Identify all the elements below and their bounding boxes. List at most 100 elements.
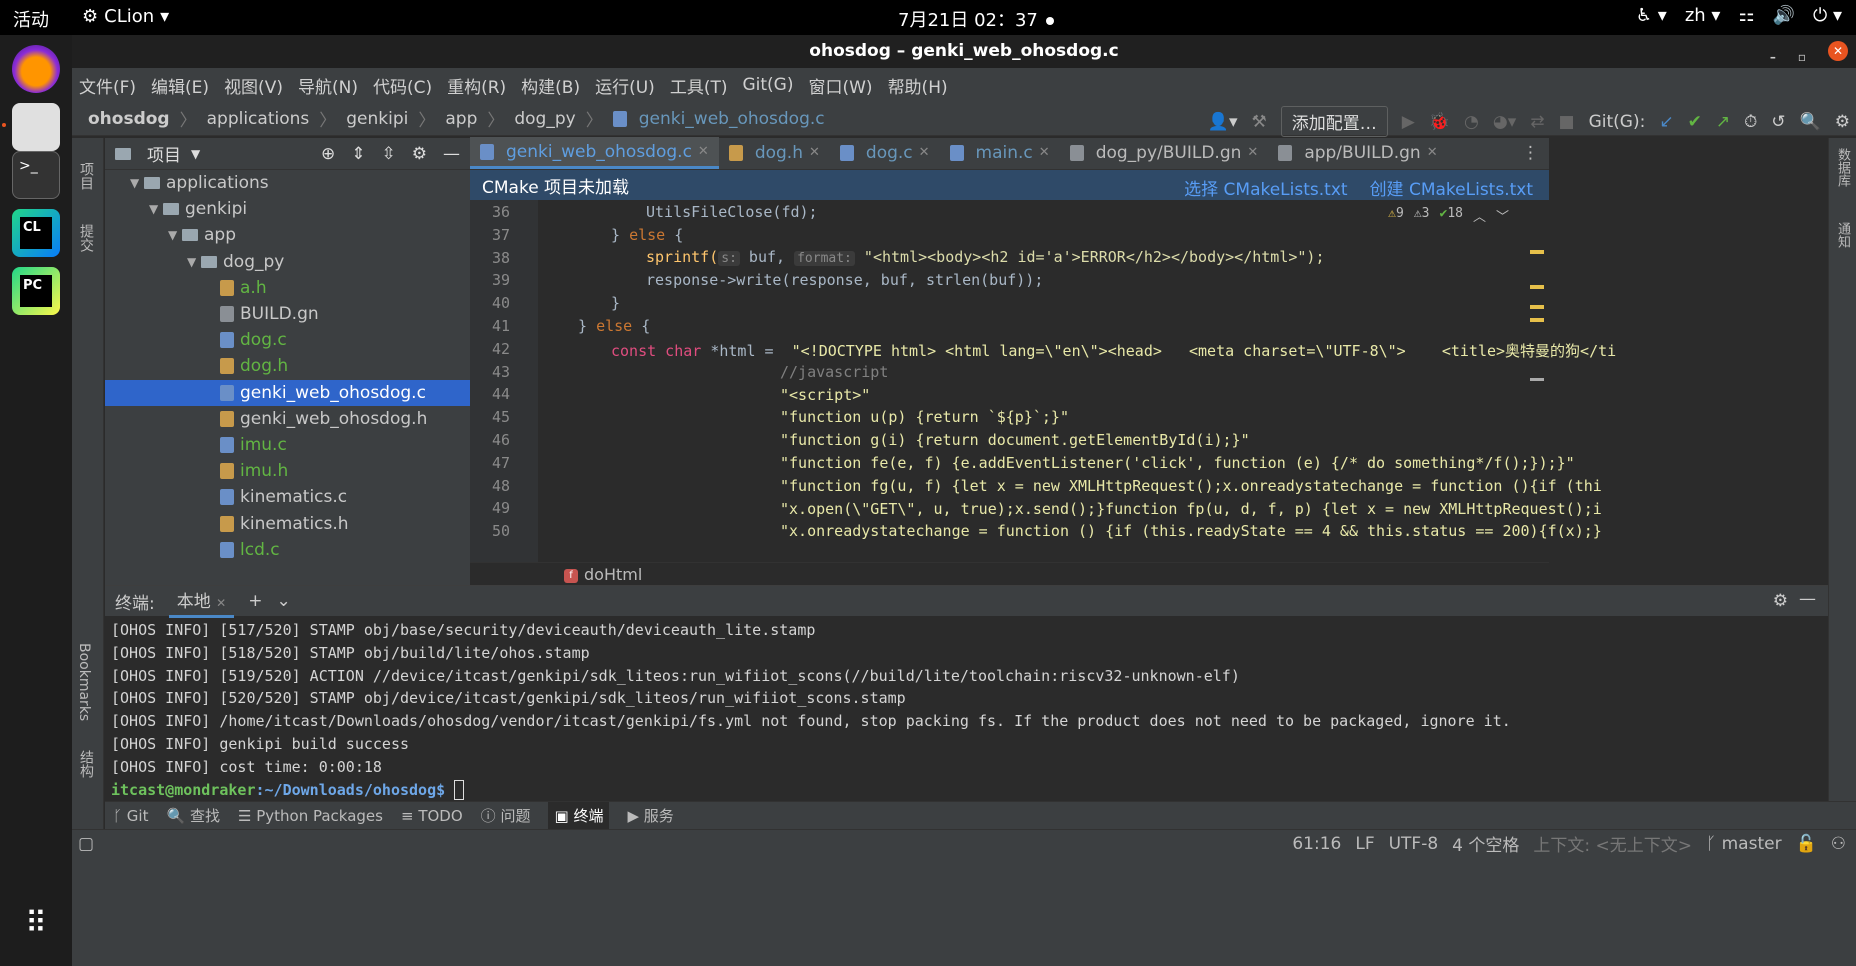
close-icon[interactable]: ✕: [216, 596, 226, 610]
notifications-icon[interactable]: ⚇: [1831, 834, 1846, 854]
crumb-project[interactable]: ohosdog: [88, 109, 170, 129]
clock[interactable]: 7月21日 02：37: [898, 6, 1054, 32]
debug-icon[interactable]: 🐞: [1429, 112, 1450, 132]
user-icon[interactable]: 👤▾: [1208, 112, 1238, 132]
crumb-app[interactable]: app: [445, 109, 477, 129]
pycharm-icon[interactable]: PC: [12, 267, 60, 315]
crumb-applications[interactable]: applications: [207, 109, 310, 129]
crumb-genkipi[interactable]: genkipi: [346, 109, 408, 129]
add-configuration-button[interactable]: 添加配置…: [1280, 106, 1388, 137]
close-icon[interactable]: ✕: [1828, 41, 1848, 61]
menu-window[interactable]: 窗口(W): [808, 73, 872, 98]
function-breadcrumb[interactable]: f doHtml: [470, 562, 1549, 585]
settings-gear-icon[interactable]: ⚙: [1835, 112, 1850, 132]
profile-icon[interactable]: ◕▾: [1493, 112, 1516, 132]
editor-tab[interactable]: dog.c ✕: [830, 137, 940, 169]
crumb-file[interactable]: genki_web_ohosdog.c: [639, 109, 825, 129]
error-stripe-mark[interactable]: [1530, 285, 1544, 289]
run-icon[interactable]: ▶: [1402, 112, 1415, 132]
chevron-down-icon[interactable]: ⌄: [276, 591, 290, 611]
expand-arrow-icon[interactable]: ▼: [149, 202, 163, 216]
tool-find[interactable]: 🔍 查找: [166, 805, 219, 826]
tool-tab-structure[interactable]: 结构: [76, 750, 96, 778]
editor-tab[interactable]: genki_web_ohosdog.c ✕: [470, 137, 719, 169]
editor-tab[interactable]: dog.h ✕: [719, 137, 830, 169]
close-icon[interactable]: ✕: [919, 137, 930, 169]
tree-file[interactable]: genki_web_ohosdog.h: [105, 406, 470, 432]
error-stripe-mark[interactable]: [1530, 318, 1544, 322]
tab-menu-icon[interactable]: ⋮: [1522, 143, 1539, 163]
locate-icon[interactable]: ⊕: [321, 144, 335, 164]
menu-build[interactable]: 构建(B): [521, 73, 580, 98]
gear-icon[interactable]: ⚙: [1773, 591, 1788, 611]
files-icon[interactable]: [12, 103, 60, 151]
close-icon[interactable]: ✕: [809, 137, 820, 169]
volume-icon[interactable]: 🔊: [1773, 5, 1795, 26]
search-icon[interactable]: 🔍: [1800, 112, 1821, 132]
menu-refactor[interactable]: 重构(R): [447, 73, 506, 98]
terminal-icon[interactable]: >_: [12, 151, 60, 199]
tree-file[interactable]: kinematics.c: [105, 484, 470, 510]
editor-tab[interactable]: dog_py/BUILD.gn ✕: [1060, 137, 1269, 169]
context-indicator[interactable]: 上下文: <无上下文>: [1533, 831, 1692, 856]
tool-todo[interactable]: ≡ TODO: [401, 807, 463, 825]
git-branch[interactable]: ᚴ master: [1706, 834, 1782, 854]
git-update-icon[interactable]: ↙: [1659, 112, 1673, 132]
gear-icon[interactable]: ⚙: [412, 144, 427, 164]
power-icon[interactable]: ⏻ ▾: [1813, 5, 1842, 26]
tool-tab-database[interactable]: 数据库: [1833, 148, 1852, 187]
tree-file[interactable]: kinematics.h: [105, 510, 470, 536]
tree-file[interactable]: dog.h: [105, 353, 470, 379]
accessibility-icon[interactable]: ♿ ▾: [1636, 5, 1667, 26]
app-menu[interactable]: ⚙ CLion ▾: [82, 6, 169, 27]
close-icon[interactable]: ✕: [698, 136, 709, 168]
error-stripe-mark[interactable]: [1530, 378, 1544, 381]
lock-icon[interactable]: 🔓: [1796, 834, 1817, 854]
tool-tab-bookmarks[interactable]: Bookmarks: [76, 643, 92, 721]
tree-file[interactable]: BUILD.gn: [105, 301, 470, 327]
stop-icon[interactable]: ■: [1559, 112, 1575, 132]
project-panel-title[interactable]: 项目: [147, 141, 181, 166]
close-icon[interactable]: ✕: [1247, 137, 1258, 169]
git-push-icon[interactable]: ↗: [1716, 112, 1730, 132]
next-highlight-icon[interactable]: ﹀: [1496, 206, 1509, 225]
coverage-icon[interactable]: ◔: [1464, 112, 1479, 132]
expand-arrow-icon[interactable]: ▼: [168, 228, 182, 242]
rollback-icon[interactable]: ↺: [1771, 112, 1785, 132]
add-terminal-icon[interactable]: +: [248, 591, 262, 611]
tool-terminal[interactable]: ▣ 终端: [548, 802, 610, 829]
collapse-all-icon[interactable]: ⇳: [382, 144, 396, 164]
window-titlebar[interactable]: ohosdog – genki_web_ohosdog.c – ▫ ✕: [72, 35, 1856, 68]
expand-arrow-icon[interactable]: ▼: [130, 176, 144, 190]
minimize-icon[interactable]: –: [1770, 41, 1776, 74]
line-gutter[interactable]: 36 37 38 39 40 41 42 43 44 45 46 47 48 49 50: [470, 200, 538, 562]
menu-help[interactable]: 帮助(H): [888, 73, 948, 98]
menu-edit[interactable]: 编辑(E): [151, 73, 209, 98]
tree-file[interactable]: imu.c: [105, 432, 470, 458]
terminal-tab-local[interactable]: 本地 ✕: [168, 584, 235, 618]
attach-icon[interactable]: ⇄: [1530, 112, 1544, 132]
crumb-dog-py[interactable]: dog_py: [514, 109, 575, 129]
expand-all-icon[interactable]: ⇕: [351, 144, 365, 164]
error-stripe-mark[interactable]: [1530, 250, 1544, 254]
tool-tab-commit[interactable]: 提交: [76, 224, 96, 252]
tree-file[interactable]: lcd.c: [105, 537, 470, 563]
menu-git[interactable]: Git(G): [742, 75, 793, 95]
hide-icon[interactable]: —: [443, 144, 460, 164]
tree-folder[interactable]: ▼ dog_py: [105, 249, 470, 275]
code-editor[interactable]: 36 37 38 39 40 41 42 43 44 45 46 47 48 49 50 ⚠9 ⚠3 ✔18…: [470, 200, 1616, 562]
tree-folder[interactable]: ▼ genkipi: [105, 196, 470, 222]
tree-folder[interactable]: ▼ app: [105, 222, 470, 248]
layout-toggle-icon[interactable]: ▢: [78, 834, 94, 854]
terminal-output[interactable]: [OHOS INFO] [517/520] STAMP obj/base/sec…: [105, 616, 1828, 804]
firefox-icon[interactable]: [12, 45, 60, 93]
file-encoding[interactable]: UTF-8: [1389, 834, 1439, 854]
tool-python-packages[interactable]: ☰ Python Packages: [238, 807, 383, 825]
chevron-down-icon[interactable]: ▼: [191, 147, 200, 161]
expand-arrow-icon[interactable]: ▼: [187, 255, 201, 269]
tool-problems[interactable]: ⓘ 问题: [481, 805, 531, 826]
input-method-menu[interactable]: zh ▾: [1685, 5, 1721, 26]
close-icon[interactable]: ✕: [1039, 137, 1050, 169]
caret-position[interactable]: 61:16: [1292, 834, 1341, 854]
menu-tools[interactable]: 工具(T): [670, 73, 728, 98]
